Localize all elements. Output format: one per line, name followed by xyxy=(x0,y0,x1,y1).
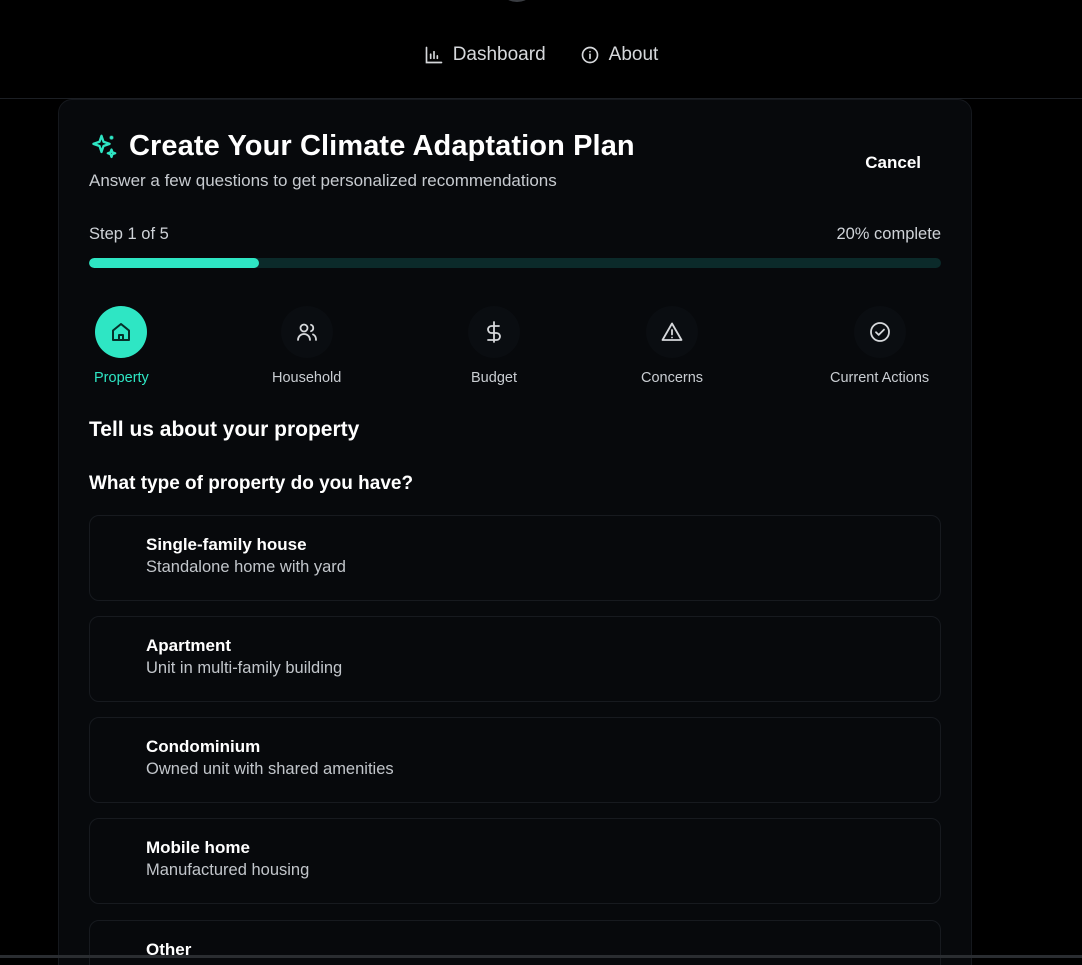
nav-link-dashboard[interactable]: Dashboard xyxy=(422,44,548,66)
cancel-button[interactable]: Cancel xyxy=(865,150,921,176)
wizard-header: Create Your Climate Adaptation Plan Answ… xyxy=(89,130,941,191)
step-label: Current Actions xyxy=(830,370,930,386)
step-counter: Step 1 of 5 xyxy=(89,225,169,243)
step-circle xyxy=(95,306,148,358)
step-budget[interactable]: Budget xyxy=(468,306,520,386)
option-title: Single-family house xyxy=(146,535,307,554)
step-current-actions[interactable]: Current Actions xyxy=(830,306,929,386)
question-label: What type of property do you have? xyxy=(89,473,414,494)
step-circle xyxy=(468,306,520,358)
progress-bar-fill xyxy=(89,258,260,268)
step-label: Household xyxy=(272,370,342,386)
bar-chart-icon xyxy=(425,46,443,64)
option-description: Manufactured housing xyxy=(146,861,310,879)
option-description: Owned unit with shared amenities xyxy=(146,760,394,778)
alert-triangle-icon xyxy=(661,322,683,341)
option-description: Unit in multi-family building xyxy=(146,659,343,677)
step-circle xyxy=(646,306,699,358)
progress-bar xyxy=(89,258,941,268)
step-label: Budget xyxy=(471,370,517,386)
nav-link-about[interactable]: About xyxy=(578,44,661,66)
horizontal-scrollbar[interactable] xyxy=(0,955,1082,958)
top-navigation: Dashboard About xyxy=(0,0,1082,99)
option-apartment[interactable]: Apartment Unit in multi-family building xyxy=(89,616,941,702)
step-label: Concerns xyxy=(641,370,704,386)
page-title: Create Your Climate Adaptation Plan xyxy=(129,130,635,162)
page-subtitle: Answer a few questions to get personaliz… xyxy=(89,171,557,190)
nav-links: Dashboard About xyxy=(0,44,1082,66)
option-title: Apartment xyxy=(146,636,232,655)
step-household[interactable]: Household xyxy=(272,306,341,386)
section-title: Tell us about your property xyxy=(89,418,360,441)
option-description: Standalone home with yard xyxy=(146,558,346,576)
sparkles-icon xyxy=(92,134,117,158)
option-title: Condominium xyxy=(146,737,261,756)
nav-link-dashboard-label: Dashboard xyxy=(452,44,546,65)
progress-percent: 20% complete xyxy=(836,225,941,243)
step-circle xyxy=(853,306,906,358)
nav-link-about-label: About xyxy=(608,44,659,65)
option-other[interactable]: Other xyxy=(89,920,941,965)
page: Dashboard About Create Your Climate Adap… xyxy=(0,0,1082,965)
wizard-card: Create Your Climate Adaptation Plan Answ… xyxy=(58,99,972,965)
home-icon xyxy=(112,323,131,341)
users-icon xyxy=(296,323,317,341)
option-single-family-house[interactable]: Single-family house Standalone home with… xyxy=(89,515,941,601)
step-concerns[interactable]: Concerns xyxy=(641,306,703,386)
dollar-icon xyxy=(487,321,501,343)
step-circle xyxy=(280,306,333,358)
step-label: Property xyxy=(94,370,149,386)
check-circle-icon xyxy=(869,322,890,342)
option-condominium[interactable]: Condominium Owned unit with shared ameni… xyxy=(89,717,941,803)
step-property[interactable]: Property xyxy=(94,306,149,386)
title-row: Create Your Climate Adaptation Plan xyxy=(89,130,941,163)
logo-icon xyxy=(497,0,537,2)
progress-meta: Step 1 of 5 20% complete xyxy=(89,225,941,244)
option-title: Mobile home xyxy=(146,838,250,857)
option-mobile-home[interactable]: Mobile home Manufactured housing xyxy=(89,818,941,904)
info-icon xyxy=(581,46,598,64)
step-indicator: Property Household Budget Concerns Curre… xyxy=(89,306,941,386)
